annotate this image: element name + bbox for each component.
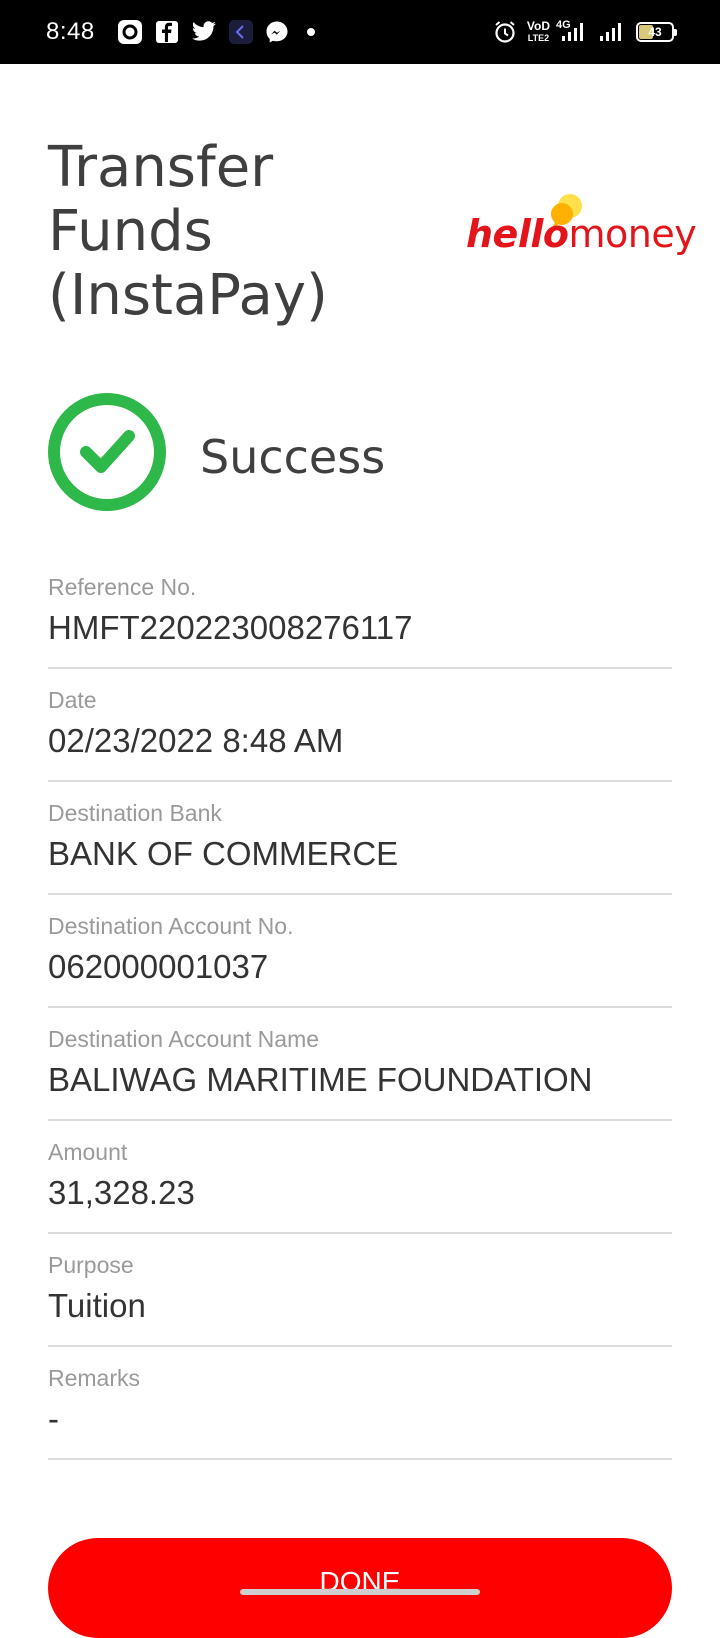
page-title: Transfer Funds (InstaPay) (48, 135, 328, 328)
detail-row-purpose: Purpose Tuition (48, 1234, 672, 1347)
detail-row-destination-bank: Destination Bank BANK OF COMMERCE (48, 782, 672, 895)
alarm-icon (493, 20, 517, 44)
app-icon (228, 20, 253, 44)
detail-value: Tuition (48, 1287, 146, 1324)
logo-money: money (568, 212, 697, 256)
detail-row-date: Date 02/23/2022 8:48 AM (48, 669, 672, 782)
detail-value: HMFT220223008276117 (48, 609, 413, 646)
signal-icon (598, 21, 626, 43)
hellomoney-logo: hellomoney (466, 190, 697, 280)
detail-value: 02/23/2022 8:48 AM (48, 722, 344, 759)
more-notifications-dot (306, 28, 315, 36)
transaction-details: Reference No. HMFT220223008276117 Date 0… (48, 556, 672, 1460)
battery-level: 43 (648, 25, 662, 39)
detail-row-remarks: Remarks - (48, 1347, 672, 1460)
detail-value: 31,328.23 (48, 1174, 195, 1211)
notification-icons (117, 19, 315, 45)
detail-label: Amount (48, 1139, 128, 1165)
threads-icon (117, 19, 143, 45)
facebook-icon (155, 20, 179, 44)
detail-label: Reference No. (48, 574, 197, 600)
detail-label: Purpose (48, 1252, 134, 1278)
detail-label: Destination Account Name (48, 1026, 320, 1052)
battery-icon: 43 (636, 22, 677, 42)
logo-hello: hello (466, 212, 569, 256)
detail-label: Destination Account No. (48, 913, 294, 939)
volte-icon: VoD LTE2 (526, 19, 550, 43)
detail-row-account-number: Destination Account No. 062000001037 (48, 895, 672, 1008)
logo-wordmark: hellomoney (466, 212, 697, 256)
detail-row-amount: Amount 31,328.23 (48, 1121, 672, 1234)
detail-row-account-name: Destination Account Name BALIWAG MARITIM… (48, 1008, 672, 1121)
status-time: 8:48 (46, 18, 95, 45)
done-button[interactable]: DONE (48, 1538, 672, 1638)
detail-value: - (48, 1400, 59, 1437)
detail-label: Remarks (48, 1365, 141, 1391)
detail-value: 062000001037 (48, 948, 269, 985)
messenger-icon (265, 20, 289, 44)
home-indicator[interactable] (240, 1589, 480, 1595)
check-circle-icon (48, 393, 166, 511)
twitter-icon (191, 21, 217, 43)
success-label: Success (200, 430, 386, 484)
detail-label: Destination Bank (48, 800, 222, 826)
detail-row-reference: Reference No. HMFT220223008276117 (48, 556, 672, 669)
detail-label: Date (48, 687, 97, 713)
signal-4g-icon: 4G (556, 19, 588, 43)
detail-value: BALIWAG MARITIME FOUNDATION (48, 1061, 593, 1098)
status-bar: 8:48 VoD LTE2 4G 43 (0, 0, 720, 64)
system-icons: VoD LTE2 4G 43 (493, 19, 677, 44)
detail-value: BANK OF COMMERCE (48, 835, 399, 872)
